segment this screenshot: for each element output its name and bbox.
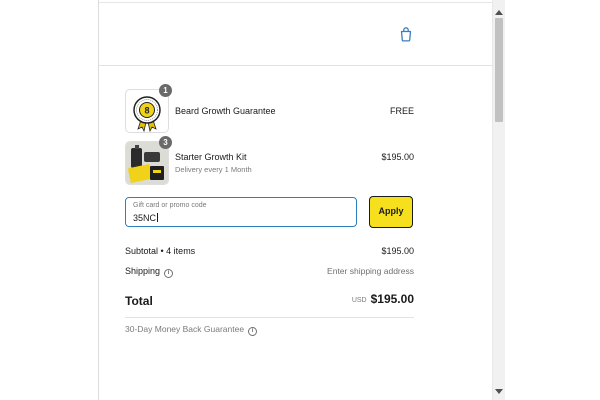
apply-button[interactable]: Apply — [369, 196, 413, 228]
shopping-bag-icon[interactable] — [397, 25, 415, 43]
promo-code-label: Gift card or promo code — [133, 202, 207, 209]
header-bar — [99, 3, 493, 66]
vertical-scrollbar[interactable] — [492, 0, 505, 400]
item-price: FREE — [389, 106, 414, 116]
checkout-page: 8 1 Beard Growth Guarantee FREE 3 Starte… — [0, 0, 600, 400]
shipping-value: Enter shipping address — [327, 266, 414, 276]
info-circle-icon[interactable]: i — [164, 269, 174, 278]
badge-center-number: 8 — [144, 106, 149, 116]
info-circle-icon[interactable]: i — [248, 327, 258, 336]
scroll-up-arrow-icon[interactable] — [495, 10, 503, 15]
summary-divider — [125, 317, 414, 318]
item-title: Beard Growth Guarantee — [175, 106, 276, 116]
item-title: Starter Growth Kit — [175, 152, 247, 162]
money-back-guarantee: 30-Day Money Back Guarantee i — [125, 324, 258, 336]
subtotal-value: $195.00 — [381, 246, 414, 256]
subtotal-label: Subtotal • 4 items — [125, 246, 196, 256]
scroll-down-arrow-icon[interactable] — [495, 389, 503, 394]
shipping-row: Shipping i — [125, 266, 174, 278]
total-value: $195.00 — [370, 292, 414, 306]
text-caret — [157, 213, 159, 222]
quantity-badge: 3 — [159, 136, 172, 149]
guarantee-text: 30-Day Money Back Guarantee — [125, 324, 245, 334]
promo-code-input[interactable]: Gift card or promo code 35NC — [125, 197, 357, 227]
currency-code: USD — [351, 297, 367, 304]
item-price: $195.00 — [381, 152, 414, 162]
line-item-guarantee: 8 1 Beard Growth Guarantee FREE — [125, 84, 414, 133]
item-subscription: Delivery every 1 Month — [175, 165, 252, 174]
shipping-label: Shipping — [125, 266, 161, 276]
order-summary-panel: 8 1 Beard Growth Guarantee FREE 3 Starte… — [98, 0, 493, 400]
quantity-badge: 1 — [159, 84, 172, 97]
total-label: Total — [125, 294, 153, 308]
total-amount: USD $195.00 — [352, 292, 414, 306]
promo-code-value[interactable]: 35NC — [133, 213, 159, 223]
scroll-thumb[interactable] — [495, 18, 503, 122]
line-item-starter-kit: 3 Starter Growth Kit Delivery every 1 Mo… — [125, 136, 414, 185]
